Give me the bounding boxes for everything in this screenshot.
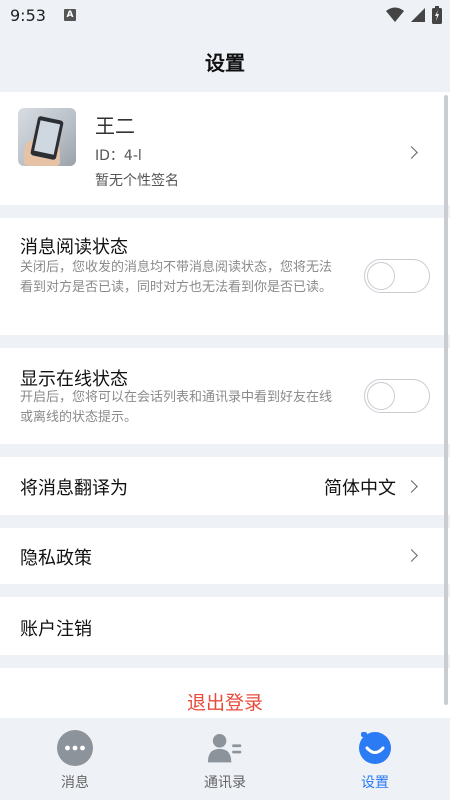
smile-icon (359, 732, 391, 764)
status-bar: 9:53 A (0, 0, 450, 30)
privacy-row[interactable]: 隐私政策 (0, 528, 450, 584)
tab-label: 通讯录 (204, 775, 246, 791)
read-status-title: 消息阅读状态 (20, 237, 128, 258)
tab-messages[interactable]: 消息 (0, 718, 150, 800)
signal-icon (411, 8, 425, 22)
profile-id: ID：4-l (95, 148, 142, 164)
online-status-toggle[interactable] (364, 379, 430, 413)
notification-a-icon: A (63, 9, 76, 21)
status-time: 9:53 (10, 5, 46, 25)
chevron-right-icon (405, 480, 418, 493)
tab-settings[interactable]: 设置 (300, 718, 450, 800)
battery-icon (432, 6, 442, 24)
translate-row[interactable]: 将消息翻译为 简体中文 (0, 457, 450, 515)
chevron-right-icon (405, 146, 418, 159)
bottom-tab-bar: 消息 通讯录 设置 (0, 718, 450, 800)
scrollbar[interactable] (444, 95, 448, 705)
logout-label: 退出登录 (186, 691, 263, 714)
toggle-knob (367, 262, 395, 290)
page-title: 设置 (205, 50, 245, 75)
wifi-icon (386, 7, 404, 22)
privacy-title: 隐私政策 (20, 548, 92, 569)
read-status-description: 关闭后，您收发的消息均不带消息阅读状态，您将无法看到对方是否已读，同时对方也无法… (20, 260, 333, 295)
chat-bubble-icon (57, 730, 93, 766)
translate-value: 简体中文 (324, 478, 396, 499)
chevron-right-icon (405, 549, 418, 562)
avatar (18, 108, 76, 166)
profile-card[interactable] (0, 92, 450, 205)
account-cancel-title: 账户注销 (20, 619, 92, 640)
tab-contacts[interactable]: 通讯录 (150, 718, 300, 800)
read-status-row: 消息阅读状态 关闭后，您收发的消息均不带消息阅读状态，您将无法看到对方是否已读，… (0, 218, 450, 335)
profile-signature: 暂无个性签名 (95, 173, 179, 189)
online-status-description: 开启后，您将可以在会话列表和通讯录中看到好友在线或离线的状态提示。 (20, 390, 333, 425)
tab-label: 消息 (61, 775, 89, 791)
translate-title: 将消息翻译为 (20, 478, 128, 499)
profile-name: 王二 (95, 114, 135, 138)
account-cancel-row[interactable]: 账户注销 (0, 597, 450, 655)
online-status-row: 显示在线状态 开启后，您将可以在会话列表和通讯录中看到好友在线或离线的状态提示。 (0, 348, 450, 444)
toggle-knob (367, 382, 395, 410)
tab-label: 设置 (361, 775, 389, 791)
header: 设置 (0, 30, 450, 92)
status-icons (386, 6, 442, 24)
contacts-icon (207, 734, 242, 763)
read-status-toggle[interactable] (364, 259, 430, 293)
